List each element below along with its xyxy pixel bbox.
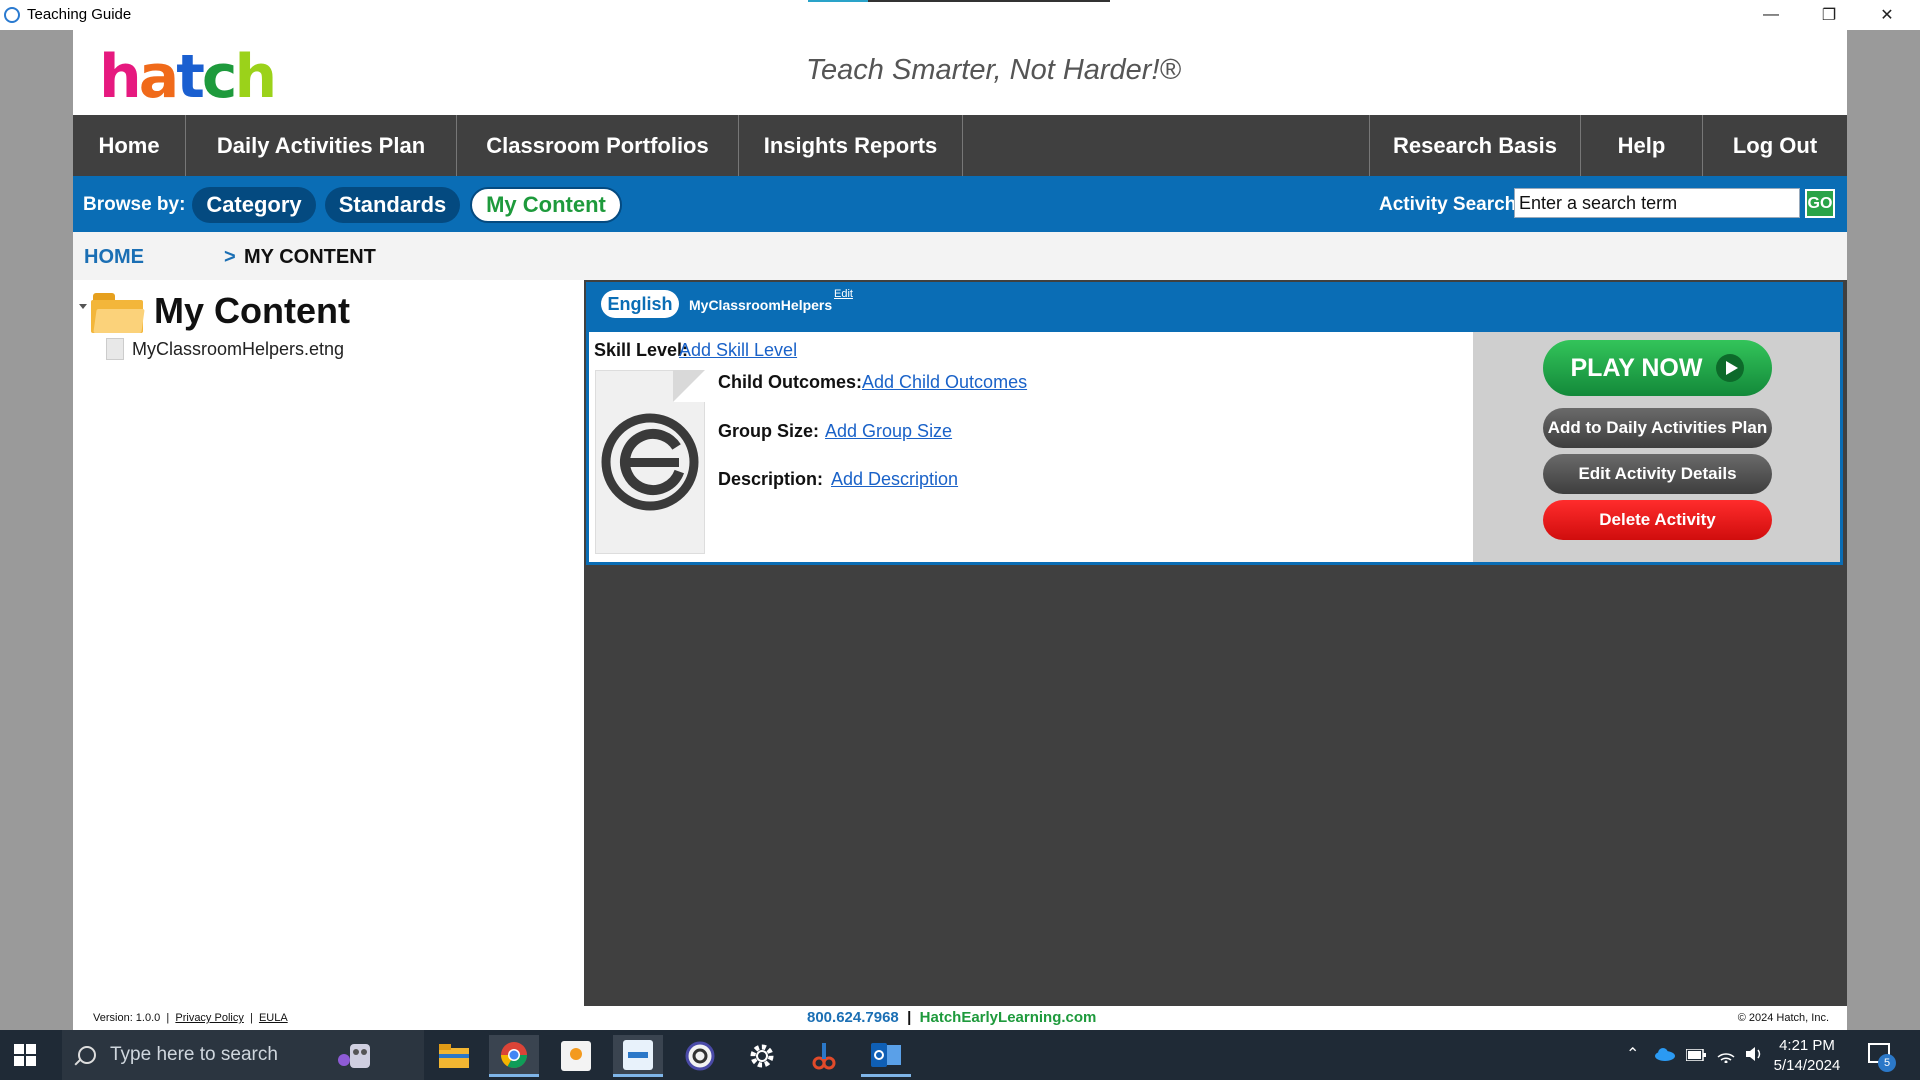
browse-by-label: Browse by: bbox=[83, 194, 186, 215]
nav-research-basis[interactable]: Research Basis bbox=[1369, 115, 1581, 176]
breadcrumb: HOME > MY CONTENT bbox=[73, 232, 1847, 280]
footer-contact: 800.624.7968 | HatchEarlyLearning.com bbox=[807, 1009, 1097, 1026]
show-hidden-icons-chevron-icon[interactable]: ⌃ bbox=[1626, 1044, 1639, 1064]
play-now-button[interactable]: PLAY NOW bbox=[1543, 340, 1772, 396]
copyright: © 2024 Hatch, Inc. bbox=[1737, 1012, 1829, 1024]
delete-activity-button[interactable]: Delete Activity bbox=[1543, 500, 1772, 540]
wifi-icon[interactable] bbox=[1716, 1045, 1736, 1068]
browse-standards-button[interactable]: Standards bbox=[325, 187, 460, 223]
taskbar: Type here to search ⌃ 4:21 PM 5/14/2024 bbox=[0, 1030, 1920, 1080]
battery-icon[interactable] bbox=[1685, 1048, 1706, 1066]
hatch-logo[interactable]: hatch bbox=[99, 42, 277, 112]
search-icon bbox=[78, 1046, 96, 1064]
loading-progress-fill bbox=[808, 0, 869, 2]
breadcrumb-current: MY CONTENT bbox=[244, 246, 376, 268]
loading-progress-bar bbox=[808, 0, 1110, 2]
activity-actions: PLAY NOW Add to Daily Activities Plan Ed… bbox=[1473, 332, 1840, 562]
window-titlebar: Teaching Guide — ❐ ✕ bbox=[0, 0, 1920, 30]
skill-level-label: Skill Level: bbox=[594, 340, 689, 360]
minimize-button[interactable]: — bbox=[1742, 0, 1800, 30]
app-icon bbox=[4, 7, 20, 23]
outlook-icon[interactable] bbox=[861, 1035, 911, 1077]
privacy-policy-link[interactable]: Privacy Policy bbox=[175, 1012, 243, 1024]
snipping-tool-icon[interactable] bbox=[799, 1035, 849, 1077]
add-child-outcomes-link[interactable]: Add Child Outcomes bbox=[862, 372, 1027, 393]
onedrive-cloud-icon[interactable] bbox=[1654, 1047, 1676, 1066]
nav-daily-activities-plan[interactable]: Daily Activities Plan bbox=[186, 115, 457, 176]
collapse-triangle-icon[interactable] bbox=[79, 304, 87, 309]
tree-file-item[interactable]: MyClassroomHelpers.etng bbox=[132, 339, 344, 360]
logo-letter-2: t bbox=[176, 42, 205, 112]
add-to-daily-plan-button[interactable]: Add to Daily Activities Plan bbox=[1543, 408, 1772, 448]
add-skill-level-link[interactable]: Add Skill Level bbox=[679, 340, 797, 361]
main-nav: Home Daily Activities Plan Classroom Por… bbox=[73, 115, 1847, 176]
content-tree: My Content MyClassroomHelpers.etng bbox=[73, 280, 584, 1006]
website-link[interactable]: HatchEarlyLearning.com bbox=[920, 1009, 1097, 1026]
eula-link[interactable]: EULA bbox=[259, 1012, 288, 1024]
language-badge[interactable]: English bbox=[601, 290, 679, 318]
add-group-size-link[interactable]: Add Group Size bbox=[825, 421, 952, 442]
file-explorer-icon[interactable] bbox=[429, 1035, 479, 1077]
edit-name-link[interactable]: Edit bbox=[834, 288, 853, 300]
tree-root-title[interactable]: My Content bbox=[154, 290, 350, 332]
clock-date: 5/14/2024 bbox=[1773, 1057, 1841, 1074]
edit-activity-details-button[interactable]: Edit Activity Details bbox=[1543, 454, 1772, 494]
volume-icon[interactable] bbox=[1744, 1045, 1764, 1068]
browse-my-content-button[interactable]: My Content bbox=[470, 187, 622, 223]
content-panel: English MyClassroomHelpers Edit Skill Le… bbox=[584, 280, 1847, 1006]
e-logo-icon bbox=[601, 413, 699, 511]
logo-letter-0: h bbox=[99, 42, 142, 112]
tagline: Teach Smarter, Not Harder!® bbox=[806, 54, 1181, 86]
restore-button[interactable]: ❐ bbox=[1800, 0, 1858, 30]
footer-left: Version: 1.0.0 | Privacy Policy | EULA bbox=[93, 1012, 288, 1024]
notification-count-badge: 5 bbox=[1878, 1054, 1896, 1072]
teaching-guide-app-icon[interactable] bbox=[675, 1035, 725, 1077]
breadcrumb-home-link[interactable]: HOME bbox=[84, 246, 144, 269]
app-window: hatch Teach Smarter, Not Harder!® Home D… bbox=[73, 30, 1847, 1030]
nav-help[interactable]: Help bbox=[1581, 115, 1703, 176]
activity-search-input[interactable] bbox=[1514, 188, 1800, 218]
chrome-icon[interactable] bbox=[489, 1035, 539, 1077]
breadcrumb-separator: > bbox=[224, 246, 236, 268]
play-now-label: PLAY NOW bbox=[1570, 353, 1703, 382]
child-outcomes-label: Child Outcomes: bbox=[718, 372, 863, 392]
logo-letter-3: c bbox=[201, 42, 238, 112]
clock-time: 4:21 PM bbox=[1779, 1037, 1835, 1054]
nav-classroom-portfolios[interactable]: Classroom Portfolios bbox=[457, 115, 739, 176]
activity-card: English MyClassroomHelpers Edit Skill Le… bbox=[586, 282, 1843, 565]
folder-open-icon bbox=[91, 293, 145, 333]
logo-letter-4: h bbox=[234, 42, 277, 112]
nav-log-out[interactable]: Log Out bbox=[1703, 115, 1847, 176]
nav-home[interactable]: Home bbox=[73, 115, 186, 176]
browse-category-button[interactable]: Category bbox=[192, 187, 316, 223]
phone-number: 800.624.7968 bbox=[807, 1009, 899, 1026]
browse-bar: Browse by: Category Standards My Content… bbox=[73, 176, 1847, 232]
description-label: Description: bbox=[718, 469, 824, 489]
version-text: Version: 1.0.0 bbox=[93, 1012, 161, 1024]
nav-insights-reports[interactable]: Insights Reports bbox=[739, 115, 963, 176]
settings-gear-icon[interactable] bbox=[737, 1035, 787, 1077]
group-size-label: Group Size: bbox=[718, 421, 820, 441]
activity-name: MyClassroomHelpers bbox=[689, 297, 833, 313]
activity-details: Skill Level: Add Skill Level Child Outco… bbox=[589, 332, 1473, 562]
footer: Version: 1.0.0 | Privacy Policy | EULA 8… bbox=[73, 1006, 1847, 1030]
taskbar-search-placeholder: Type here to search bbox=[110, 1044, 278, 1065]
etng-document-icon bbox=[595, 370, 705, 554]
activity-search-label: Activity Search: bbox=[1379, 194, 1523, 215]
play-icon bbox=[1716, 354, 1745, 382]
windows-start-icon[interactable] bbox=[14, 1044, 36, 1066]
logo-letter-1: a bbox=[138, 42, 179, 112]
ignite-app-icon[interactable] bbox=[551, 1035, 601, 1077]
activity-card-header: English MyClassroomHelpers Edit bbox=[589, 285, 1840, 332]
taskbar-clock[interactable]: 4:21 PM 5/14/2024 bbox=[1762, 1036, 1852, 1076]
add-description-link[interactable]: Add Description bbox=[831, 469, 958, 490]
search-highlight-icon[interactable] bbox=[327, 1035, 377, 1077]
nav-spacer bbox=[963, 115, 1370, 176]
control-panel-app-icon[interactable] bbox=[613, 1035, 663, 1077]
window-title: Teaching Guide bbox=[27, 6, 132, 23]
file-icon bbox=[106, 338, 124, 360]
search-go-button[interactable]: GO bbox=[1805, 189, 1835, 218]
close-button[interactable]: ✕ bbox=[1858, 0, 1916, 30]
